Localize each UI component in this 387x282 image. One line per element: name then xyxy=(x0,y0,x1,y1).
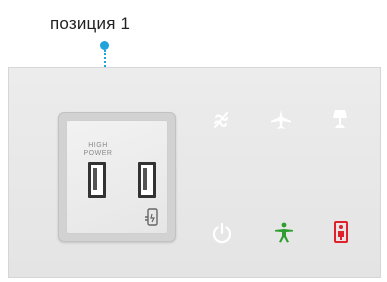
high-power-label-line2: POWER xyxy=(83,150,113,157)
airplane-button[interactable] xyxy=(269,107,293,131)
usb-port-right[interactable] xyxy=(138,162,156,198)
high-power-label-line1: HIGH xyxy=(88,142,108,149)
callout-label: позиция 1 xyxy=(50,14,131,33)
control-panel: HIGH POWER xyxy=(8,67,381,278)
callout-dot xyxy=(100,41,109,50)
lavatory-occupied-icon xyxy=(334,221,348,243)
reading-lamp-button[interactable] xyxy=(328,107,352,131)
call-attendant-icon xyxy=(275,222,293,243)
call-attendant-button[interactable] xyxy=(272,221,296,245)
airplane-icon xyxy=(271,110,291,129)
phone-charging-icon xyxy=(145,208,158,226)
high-power-label: HIGH POWER xyxy=(78,142,118,158)
power-button[interactable] xyxy=(210,221,234,245)
no-fan-button[interactable] xyxy=(209,108,233,132)
usb-charging-module: HIGH POWER xyxy=(58,112,176,242)
power-icon xyxy=(212,222,232,244)
usb-module-face: HIGH POWER xyxy=(66,120,168,234)
lavatory-button[interactable] xyxy=(329,220,353,244)
reading-lamp-icon xyxy=(333,110,347,128)
no-fan-icon xyxy=(214,112,228,128)
usb-port-left[interactable] xyxy=(88,162,106,198)
